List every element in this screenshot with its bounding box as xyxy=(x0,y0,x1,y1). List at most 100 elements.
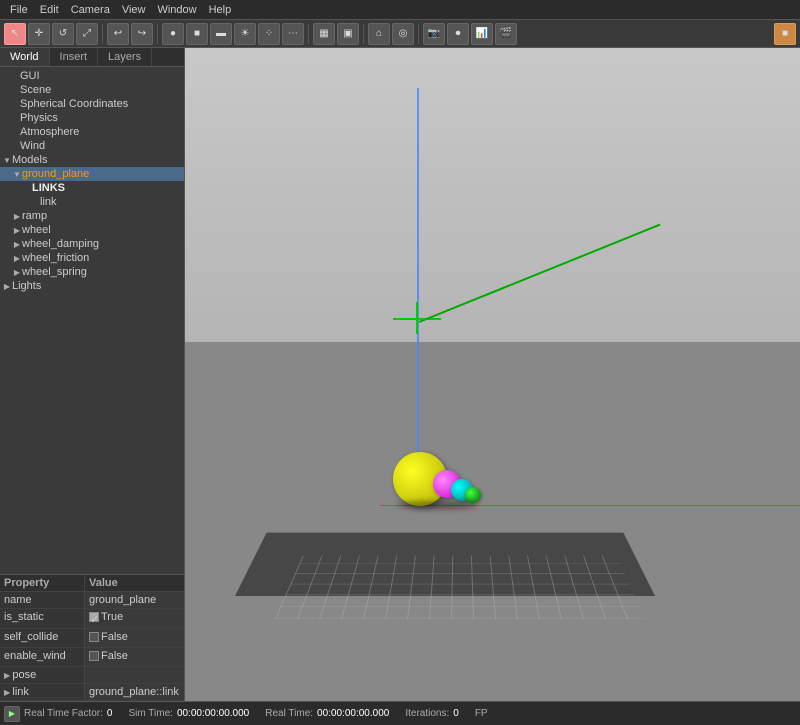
tree-item-gui[interactable]: GUI xyxy=(0,69,184,83)
tree-arrow-wheel-friction: ▶ xyxy=(12,254,22,263)
tree-label-ramp: ramp xyxy=(22,210,47,222)
tree-item-scene[interactable]: Scene xyxy=(0,83,184,97)
tree-item-spherical[interactable]: Spherical Coordinates xyxy=(0,97,184,111)
prop-col-property: Property xyxy=(0,575,85,591)
tree-label-links: LINKS xyxy=(32,182,65,194)
tab-layers[interactable]: Layers xyxy=(98,48,152,66)
axis-y-line xyxy=(417,88,419,468)
tool-box[interactable]: ■ xyxy=(186,23,208,45)
prop-row-link[interactable]: link ground_plane::link xyxy=(0,684,184,701)
menu-view[interactable]: View xyxy=(116,4,152,16)
tree-item-models[interactable]: ▼ Models xyxy=(0,153,184,167)
viewport[interactable] xyxy=(185,48,800,701)
tool-scale[interactable]: ⤢ xyxy=(76,23,98,45)
prop-enablewind-value[interactable]: False xyxy=(85,648,132,666)
tree-label-atmosphere: Atmosphere xyxy=(20,126,79,138)
prop-row-name: name ground_plane xyxy=(0,592,184,609)
iterations-value: 0 xyxy=(453,708,459,719)
tool-snap-grid[interactable]: ▦ xyxy=(313,23,335,45)
menu-camera[interactable]: Camera xyxy=(65,4,116,16)
enablewind-check-icon xyxy=(89,651,99,661)
separator-2 xyxy=(157,24,158,44)
play-button[interactable]: ▶ xyxy=(4,706,20,722)
axis-cross-vertical xyxy=(416,302,418,334)
tool-view-reset[interactable]: ⌂ xyxy=(368,23,390,45)
selfcollide-check-icon xyxy=(89,632,99,642)
property-panel: Property Value name ground_plane is_stat… xyxy=(0,574,184,701)
tree-item-ramp[interactable]: ▶ ramp xyxy=(0,209,184,223)
tree-item-wheel-damping[interactable]: ▶ wheel_damping xyxy=(0,237,184,251)
tree-item-physics[interactable]: Physics xyxy=(0,111,184,125)
tool-stats[interactable]: 📊 xyxy=(471,23,493,45)
tool-snap-vertex[interactable]: ▣ xyxy=(337,23,359,45)
isstatic-checkbox[interactable]: ✓ True xyxy=(89,611,123,623)
tree-label-physics: Physics xyxy=(20,112,58,124)
tool-translate[interactable]: ✛ xyxy=(28,23,50,45)
prop-col-value: Value xyxy=(85,575,122,591)
selfcollide-checkbox[interactable]: False xyxy=(89,631,128,643)
simtime-value: 00:00:00:00.000 xyxy=(177,708,249,719)
realtime2-label: Real Time: xyxy=(265,708,313,719)
tab-world[interactable]: World xyxy=(0,48,50,66)
iterations-label: Iterations: xyxy=(405,708,449,719)
prop-isstatic-value[interactable]: ✓ True xyxy=(85,609,127,628)
tool-sphere[interactable]: ● xyxy=(162,23,184,45)
prop-selfcollide-value[interactable]: False xyxy=(85,629,132,647)
prop-row-is-static: is_static ✓ True xyxy=(0,609,184,629)
world-tree: GUI Scene Spherical Coordinates Physics xyxy=(0,67,184,574)
tab-insert[interactable]: Insert xyxy=(50,48,99,66)
tool-cylinder[interactable]: ▬ xyxy=(210,23,232,45)
tool-rotate[interactable]: ↺ xyxy=(52,23,74,45)
tool-undo[interactable]: ↩ xyxy=(107,23,129,45)
prop-isstatic-label: is_static xyxy=(0,609,85,628)
tool-mesh[interactable]: ⋯ xyxy=(282,23,304,45)
tree-label-gui: GUI xyxy=(20,70,40,82)
tree-item-wheel-spring[interactable]: ▶ wheel_spring xyxy=(0,265,184,279)
prop-name-value[interactable]: ground_plane xyxy=(85,592,160,608)
isstatic-check-icon: ✓ xyxy=(89,612,99,622)
tree-label-lights: Lights xyxy=(12,280,41,292)
tree-item-wind[interactable]: Wind xyxy=(0,139,184,153)
menu-edit[interactable]: Edit xyxy=(34,4,65,16)
tree-item-lights[interactable]: ▶ Lights xyxy=(0,279,184,293)
tree-item-atmosphere[interactable]: Atmosphere xyxy=(0,125,184,139)
tree-item-links[interactable]: LINKS xyxy=(0,181,184,195)
grid-lines xyxy=(275,556,645,619)
viewport-canvas xyxy=(185,48,800,701)
ground-background xyxy=(185,342,800,701)
statusbar: ▶ Real Time Factor: 0 Sim Time: 00:00:00… xyxy=(0,701,800,725)
sidebar: World Insert Layers GUI Scene Sphe xyxy=(0,48,185,701)
prop-row-self-collide: self_collide False xyxy=(0,629,184,648)
tree-item-wheel-friction[interactable]: ▶ wheel_friction xyxy=(0,251,184,265)
tree-item-wheel[interactable]: ▶ wheel xyxy=(0,223,184,237)
tree-item-link[interactable]: link xyxy=(0,195,184,209)
tool-active-mode[interactable]: ■ xyxy=(774,23,796,45)
tool-redo[interactable]: ↪ xyxy=(131,23,153,45)
tool-screenshot[interactable]: 📷 xyxy=(423,23,445,45)
tree-item-ground-plane[interactable]: ▼ ground_plane xyxy=(0,167,184,181)
tool-extra[interactable]: 🎬 xyxy=(495,23,517,45)
tool-select[interactable]: ↖ xyxy=(4,23,26,45)
prop-selfcollide-label: self_collide xyxy=(0,629,85,647)
prop-row-pose[interactable]: pose xyxy=(0,667,184,684)
prop-pose-label: pose xyxy=(0,667,85,683)
tool-record[interactable]: ⏺ xyxy=(447,23,469,45)
separator-3 xyxy=(308,24,309,44)
tree-label-wheel-spring: wheel_spring xyxy=(22,266,87,278)
tool-light[interactable]: ☀ xyxy=(234,23,256,45)
tab-bar: World Insert Layers xyxy=(0,48,184,67)
tool-pointcloud[interactable]: ⁘ xyxy=(258,23,280,45)
prop-link-label: link xyxy=(0,684,85,700)
main-layout: World Insert Layers GUI Scene Sphe xyxy=(0,48,800,701)
tree-arrow-wheel-damping: ▶ xyxy=(12,240,22,249)
menu-help[interactable]: Help xyxy=(203,4,238,16)
realtime2-value: 00:00:00:00.000 xyxy=(317,708,389,719)
realtime-factor-label: Real Time Factor: xyxy=(24,708,103,719)
menu-file[interactable]: File xyxy=(4,4,34,16)
tool-view-orbit[interactable]: ◎ xyxy=(392,23,414,45)
separator-5 xyxy=(418,24,419,44)
tree-arrow-ground-plane: ▼ xyxy=(12,170,22,179)
enablewind-checkbox[interactable]: False xyxy=(89,650,128,662)
tree-arrow-models: ▼ xyxy=(2,156,12,165)
menu-window[interactable]: Window xyxy=(151,4,202,16)
